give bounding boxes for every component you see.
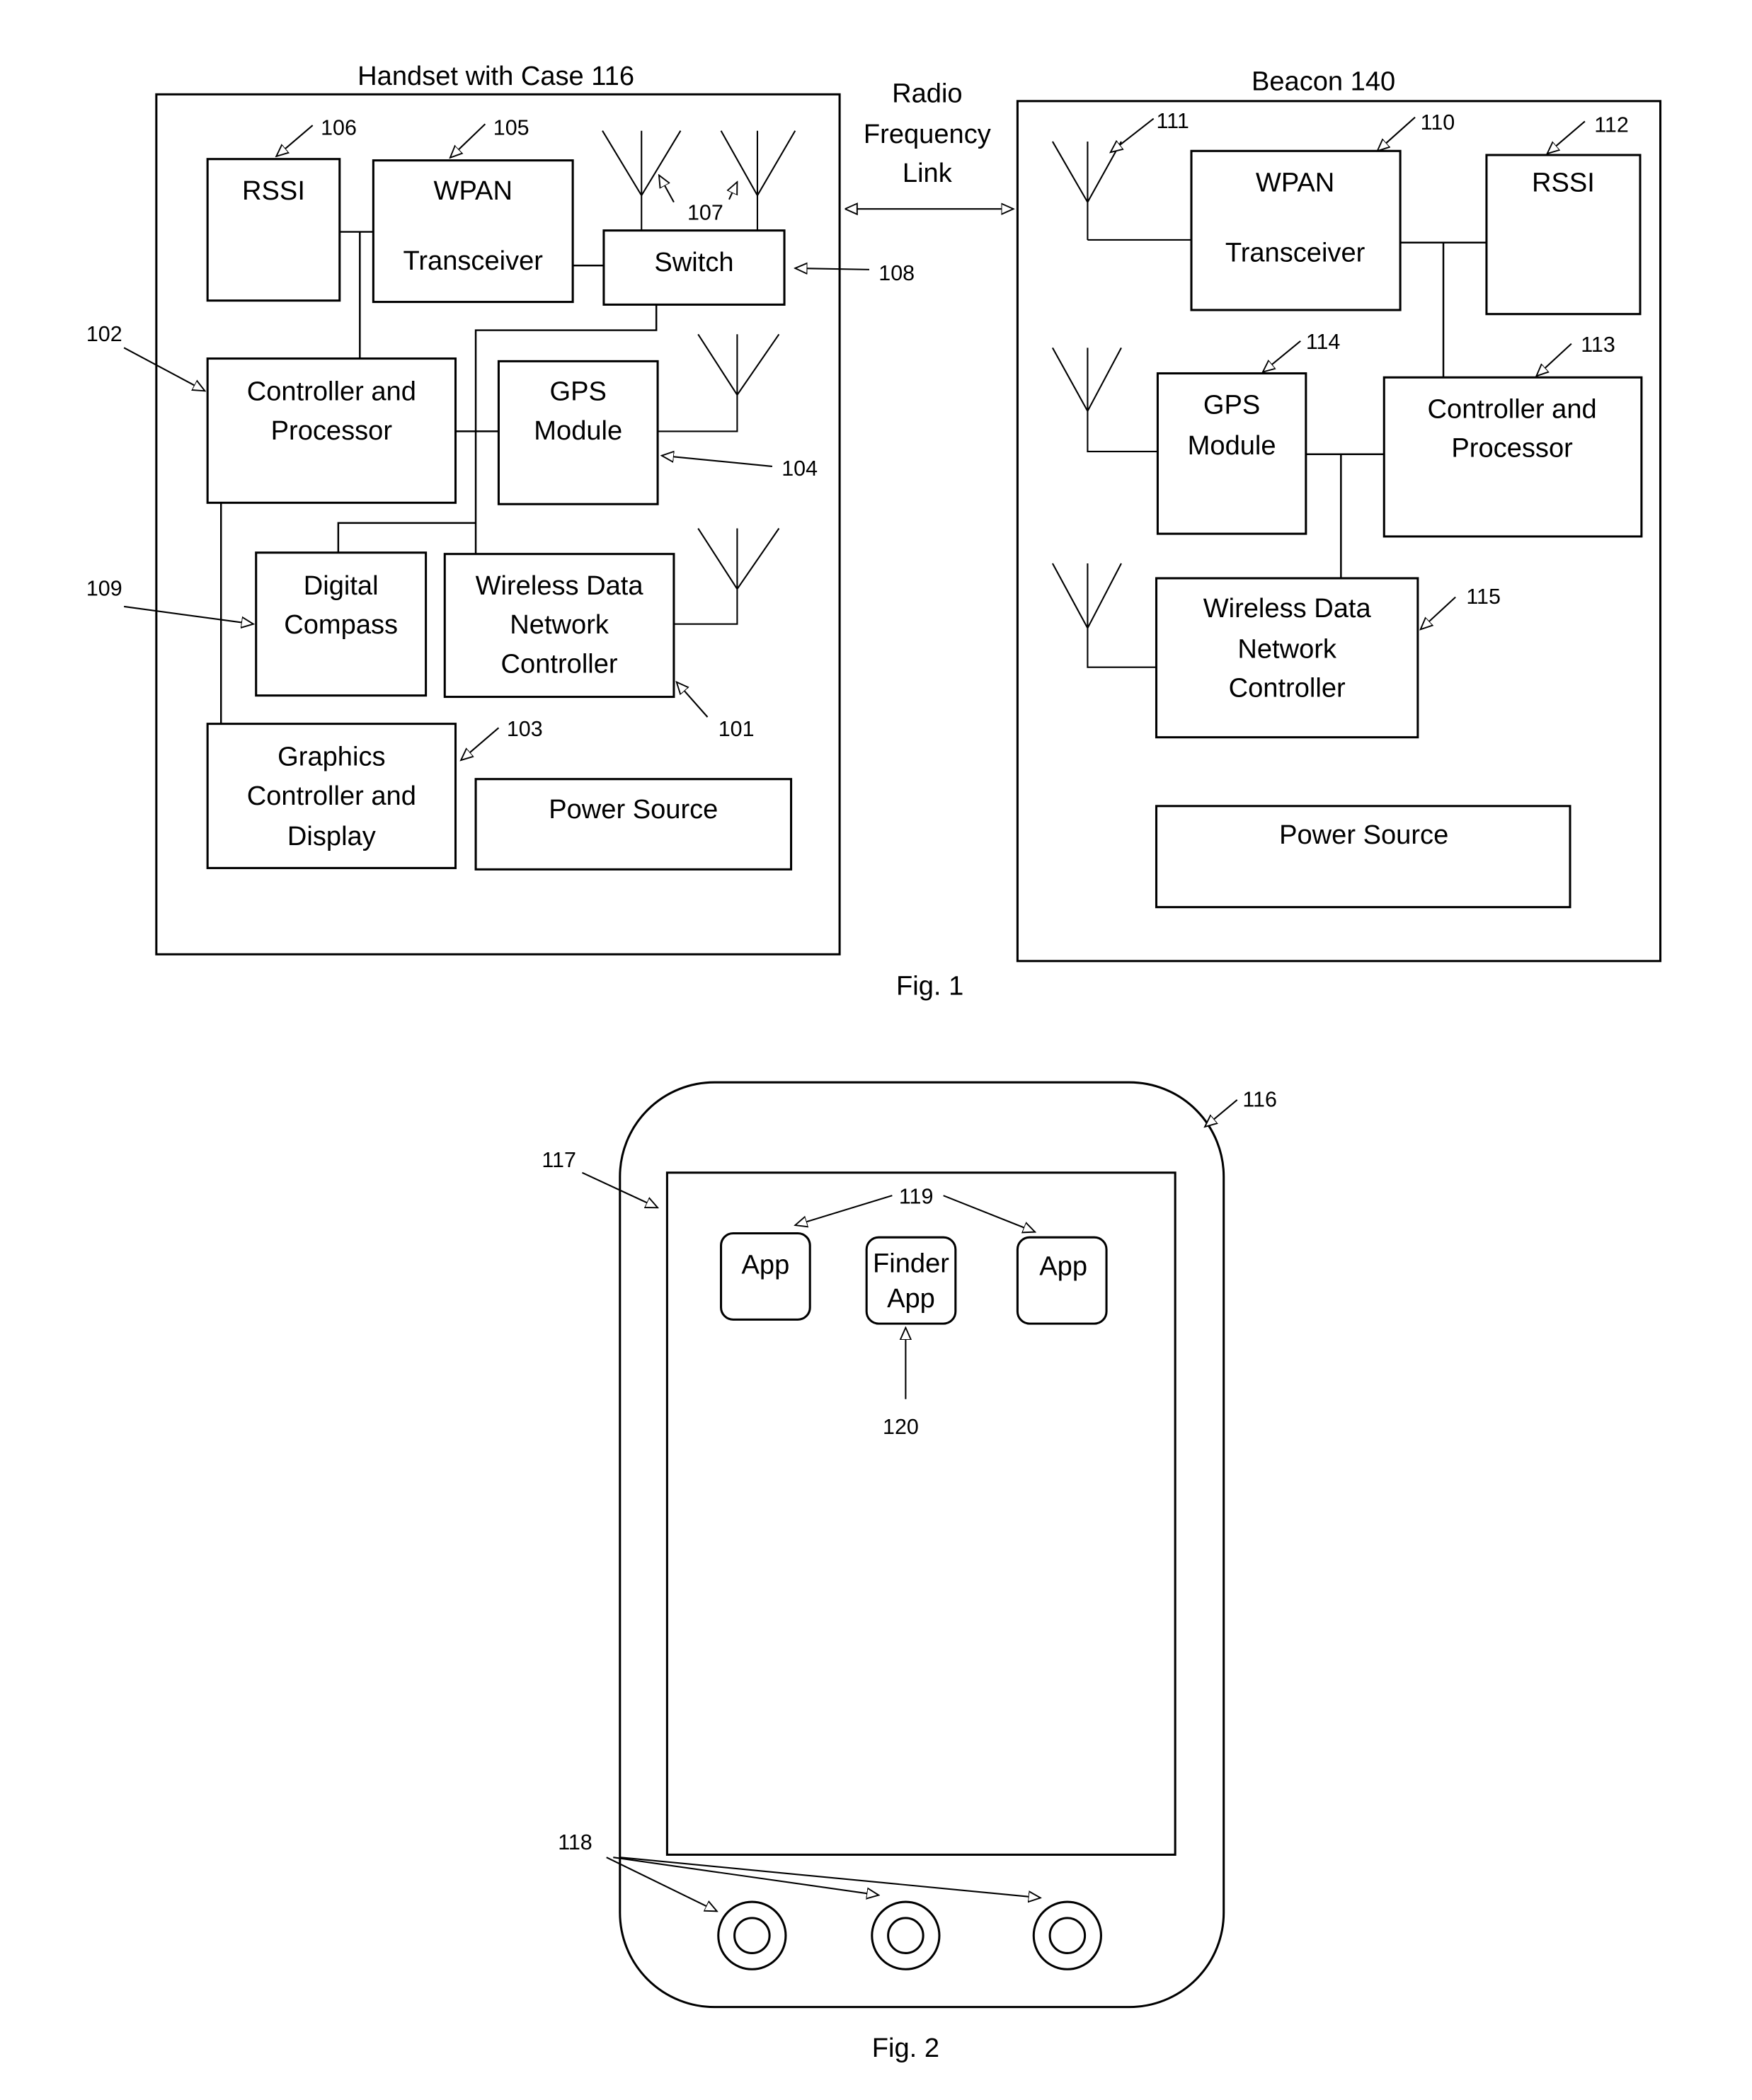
ref-number: 107 (687, 200, 723, 224)
app-label: App (1039, 1252, 1087, 1282)
beacon-title: Beacon 140 (1252, 67, 1395, 97)
app-label: App (887, 1284, 935, 1314)
block-label: Controller (1229, 674, 1346, 704)
block-label: RSSI (1532, 168, 1595, 197)
beacon-wpan-block: WPAN Transceiver 110 (1190, 110, 1455, 311)
block-label: Network (1237, 634, 1337, 664)
block-label: GPS (550, 377, 607, 407)
block-label: Switch (654, 248, 733, 277)
block-label: GPS (1203, 391, 1260, 420)
block-label: Power Source (1279, 820, 1448, 850)
block-label: Graphics (277, 742, 385, 772)
app-icon[interactable]: App (1016, 1236, 1108, 1325)
block-label: Transceiver (1225, 238, 1365, 268)
app-label: Finder (873, 1249, 949, 1279)
block-label: Network (510, 610, 609, 640)
ref-number: 112 (1594, 113, 1629, 137)
beacon-rssi-block: RSSI 112 (1485, 113, 1642, 316)
patent-drawing: Handset with Case 116 RSSI 106 WPAN Tran… (86, 62, 1662, 2063)
rf-link-label: Link (903, 159, 953, 188)
handset-wpan-block: WPAN Transceiver 105 (372, 115, 574, 304)
rf-link-label: Frequency (864, 120, 991, 149)
handset-rssi-block: RSSI 106 (206, 115, 357, 302)
figure-1: Handset with Case 116 RSSI 106 WPAN Tran… (86, 62, 1662, 1001)
figure-1-caption: Fig. 1 (896, 971, 963, 1001)
block-label: Power Source (549, 795, 718, 825)
rf-link: Radio Frequency Link (847, 79, 1014, 209)
beacon-power-block: Power Source (1155, 805, 1571, 909)
block-label: Wireless Data (476, 571, 644, 601)
block-label: Processor (271, 416, 393, 446)
beacon-gps-block: GPS Module 114 (1051, 330, 1341, 535)
beacon-controller-block: Controller and Processor 113 (1382, 333, 1643, 538)
beacon-diagram: Beacon 140 111 WPAN Transceiver 110 RSSI… (1016, 67, 1662, 963)
handset-controller-block: Controller and Processor 102 (86, 322, 457, 504)
figure-2-caption: Fig. 2 (872, 2033, 939, 2063)
handset-title: Handset with Case 116 (357, 62, 634, 91)
ref-number: 101 (718, 717, 755, 741)
beacon-antenna-top: 111 (1051, 109, 1191, 241)
finder-app-icon[interactable]: Finder App (865, 1236, 957, 1325)
block-label: Processor (1451, 434, 1573, 464)
app-icon[interactable]: App (720, 1232, 811, 1321)
block-label: Digital (304, 571, 379, 601)
ref-number: 110 (1421, 110, 1455, 134)
rf-link-label: Radio (892, 79, 962, 109)
block-label: Controller and (247, 781, 416, 811)
phone-case (619, 1081, 1225, 2009)
ref-number: 108 (878, 261, 915, 285)
block-label: Module (1188, 431, 1276, 461)
ref-number: 115 (1466, 585, 1501, 609)
ref-number: 104 (781, 457, 818, 481)
ref-number: 119 (899, 1185, 934, 1209)
ref-number: 120 (883, 1415, 919, 1439)
handset-switch-block: Switch 108 (602, 229, 915, 306)
handset-compass-block: Digital Compass 109 (86, 551, 428, 697)
handset-antenna-pair: 107 (602, 130, 796, 231)
ref-number: 117 (542, 1148, 576, 1172)
ref-number: 113 (1581, 333, 1615, 357)
beacon-wdnc-block: Wireless Data Network Controller 115 (1051, 563, 1501, 739)
block-label: Wireless Data (1203, 594, 1372, 624)
block-label: Transceiver (403, 246, 544, 276)
ref-number: 102 (86, 322, 122, 346)
ref-number: 105 (493, 115, 529, 139)
ref-number: 109 (86, 577, 122, 601)
block-label: Compass (284, 610, 398, 640)
handset-diagram: Handset with Case 116 RSSI 106 WPAN Tran… (86, 62, 915, 956)
figure-2: 116 117 App Finder App App 119 120 118 F… (542, 1081, 1277, 2063)
ref-number: 111 (1156, 109, 1189, 133)
ref-number: 118 (558, 1830, 592, 1854)
ref-number: 103 (507, 717, 543, 741)
handset-graphics-block: Graphics Controller and Display 103 (206, 717, 543, 869)
block-label: Display (287, 822, 376, 851)
app-label: App (742, 1251, 790, 1280)
ref-number: 114 (1306, 330, 1341, 354)
hardware-button[interactable] (871, 1900, 941, 1970)
ref-number: 116 (1242, 1087, 1277, 1111)
hardware-button[interactable] (717, 1900, 787, 1970)
block-label: Controller (501, 649, 618, 679)
handset-wdnc-block: Wireless Data Network Controller 101 (443, 527, 780, 741)
block-label: RSSI (242, 176, 305, 206)
ref-number: 106 (321, 115, 357, 139)
handset-power-block: Power Source (474, 778, 793, 871)
handset-frame (155, 93, 841, 956)
block-label: Module (534, 416, 622, 446)
hardware-button[interactable] (1032, 1900, 1102, 1970)
block-label: Controller and (1428, 394, 1597, 424)
block-label: WPAN (434, 176, 513, 206)
handset-gps-block: GPS Module 104 (497, 333, 818, 505)
block-label: Controller and (247, 377, 416, 407)
block-label: WPAN (1256, 168, 1334, 197)
